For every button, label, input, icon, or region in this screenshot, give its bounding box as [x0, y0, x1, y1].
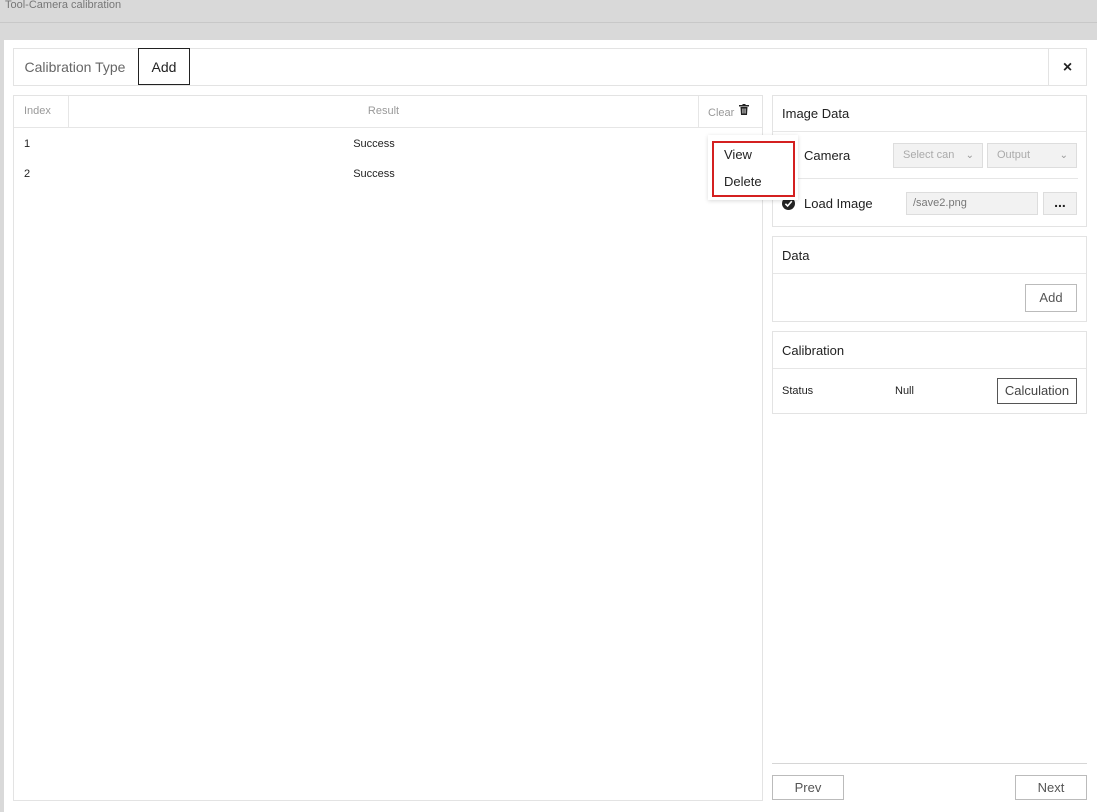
row-index: 2	[24, 168, 31, 180]
output-select-value: Output	[997, 149, 1031, 161]
status-label: Status	[782, 385, 814, 397]
column-header-result: Result	[367, 105, 400, 117]
column-separator	[698, 96, 699, 127]
add-data-button[interactable]: Add	[1025, 284, 1077, 312]
table-row[interactable]: 2 Success	[14, 166, 704, 184]
camera-label: Camera	[804, 148, 851, 163]
trash-icon[interactable]	[739, 104, 749, 118]
chevron-down-icon: ⌄	[1059, 150, 1068, 161]
data-title: Data	[782, 248, 810, 263]
results-table	[13, 95, 763, 801]
divider	[773, 368, 1086, 369]
divider	[773, 273, 1086, 274]
row-index: 1	[24, 138, 31, 150]
clear-button[interactable]: Clear	[708, 97, 734, 130]
tab-calibration-type[interactable]: Calibration Type	[14, 49, 136, 85]
image-data-title: Image Data	[782, 106, 850, 121]
column-header-index: Index	[24, 105, 51, 117]
image-path-field[interactable]: /save2.png	[906, 192, 1038, 215]
output-select[interactable]: Output ⌄	[987, 143, 1077, 168]
close-icon[interactable]: ×	[1048, 49, 1086, 85]
row-result: Success	[353, 138, 395, 150]
calibration-title: Calibration	[782, 343, 845, 358]
camera-select[interactable]: Select can ⌄	[893, 143, 983, 168]
camera-select-value: Select can	[903, 149, 955, 161]
divider	[773, 131, 1086, 132]
browse-button[interactable]: ...	[1043, 192, 1077, 215]
prev-button[interactable]: Prev	[772, 775, 844, 800]
divider	[782, 178, 1078, 179]
calculation-button[interactable]: Calculation	[997, 378, 1077, 404]
chevron-down-icon: ⌄	[965, 150, 974, 161]
footer-divider	[772, 763, 1087, 764]
window-title: Tool-Camera calibration	[5, 0, 122, 11]
table-row[interactable]: 1 Success	[14, 136, 704, 154]
status-value: Null	[895, 385, 914, 397]
tab-add[interactable]: Add	[138, 48, 190, 85]
next-button[interactable]: Next	[1015, 775, 1087, 800]
title-divider	[0, 22, 1097, 23]
row-result: Success	[353, 168, 395, 180]
highlight-box	[712, 141, 795, 197]
load-image-label: Load Image	[804, 196, 873, 211]
